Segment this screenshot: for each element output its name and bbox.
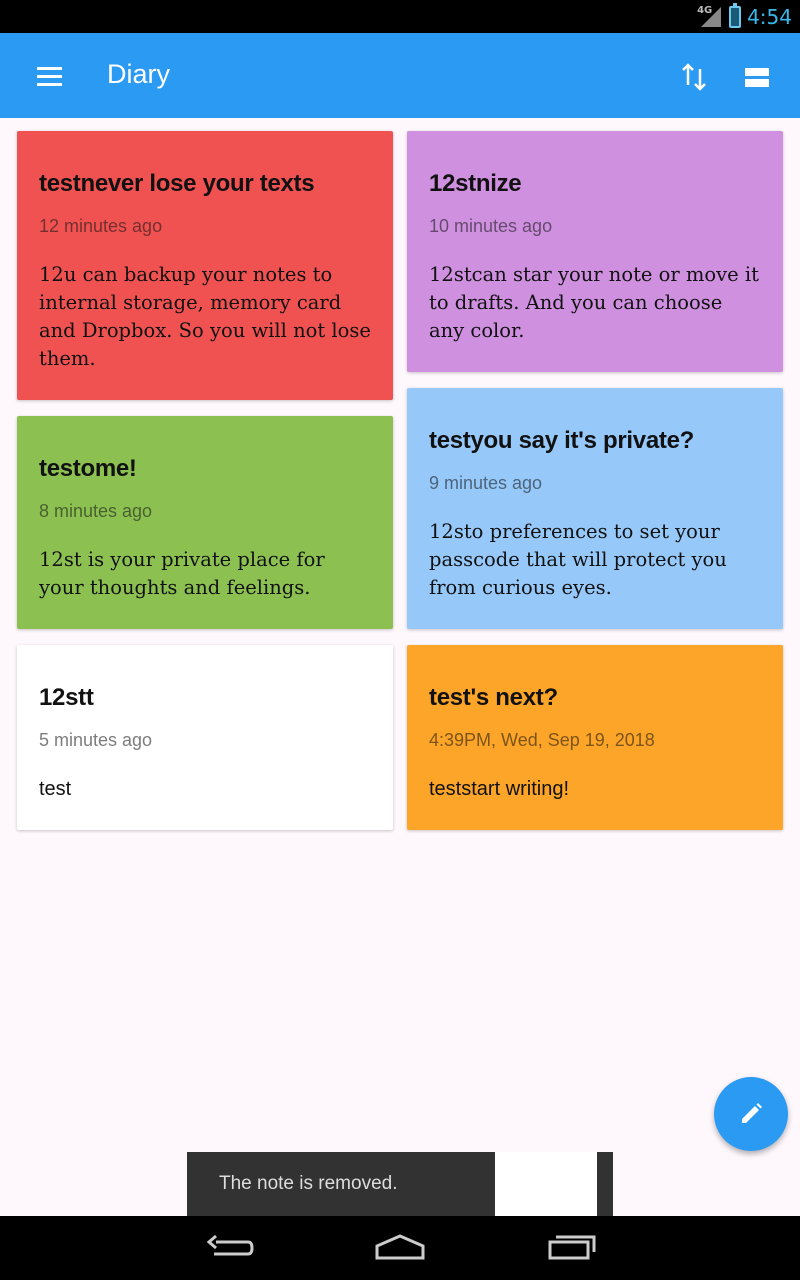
note-title: 12stnize (429, 170, 522, 197)
new-note-button[interactable] (714, 1077, 788, 1151)
battery-icon (729, 2, 742, 28)
note-time: 12 minutes ago (39, 216, 163, 236)
status-time: 4:54 (747, 4, 792, 29)
note-title: testnever lose your texts (39, 170, 315, 197)
note-title: testyou say it's private? (429, 427, 694, 454)
app-title: Diary (107, 59, 171, 89)
pencil-icon (742, 1103, 762, 1123)
snackbar: The note is removed. (187, 1152, 613, 1216)
note-time: 5 minutes ago (39, 730, 153, 750)
status-icons: 4G 4:54 (697, 0, 792, 33)
system-nav-bar (0, 1216, 800, 1280)
snackbar-message: The note is removed. (219, 1173, 398, 1194)
note-title: test's next? (429, 684, 558, 711)
note-card[interactable]: testome! 8 minutes ago 12st is your priv… (17, 416, 393, 629)
note-card[interactable]: 12stnize 10 minutes ago 12stcan star you… (407, 131, 783, 372)
note-body: 12sto preferences to set your passcode t… (429, 520, 727, 599)
back-icon[interactable] (202, 1230, 258, 1266)
signal-icon: 4G (697, 5, 723, 29)
note-body: 12u can backup your notes to internal st… (39, 263, 371, 370)
app-bar: Diary (0, 33, 800, 118)
note-body: teststart writing! (429, 778, 570, 800)
note-time: 10 minutes ago (429, 216, 553, 236)
note-body: 12st is your private place for your thou… (39, 548, 325, 599)
note-card[interactable]: 12stt 5 minutes ago test (17, 645, 393, 830)
home-icon[interactable] (372, 1230, 428, 1266)
note-card[interactable]: testnever lose your texts 12 minutes ago… (17, 131, 393, 400)
note-body: 12stcan star your note or move it to dra… (429, 263, 759, 342)
view-layout-icon[interactable] (737, 57, 777, 97)
recent-apps-icon[interactable] (544, 1230, 600, 1266)
note-time: 8 minutes ago (39, 501, 153, 521)
note-time: 9 minutes ago (429, 473, 543, 493)
note-title: testome! (39, 455, 137, 482)
note-card[interactable]: testyou say it's private? 9 minutes ago … (407, 388, 783, 629)
menu-icon[interactable] (25, 55, 73, 97)
snackbar-action[interactable] (495, 1152, 597, 1216)
note-card[interactable]: test's next? 4:39PM, Wed, Sep 19, 2018 t… (407, 645, 783, 830)
note-title: 12stt (39, 684, 94, 711)
note-body: test (39, 778, 72, 800)
note-time: 4:39PM, Wed, Sep 19, 2018 (429, 730, 655, 750)
sort-icon[interactable] (674, 57, 714, 97)
status-bar: 4G 4:54 (0, 0, 800, 33)
